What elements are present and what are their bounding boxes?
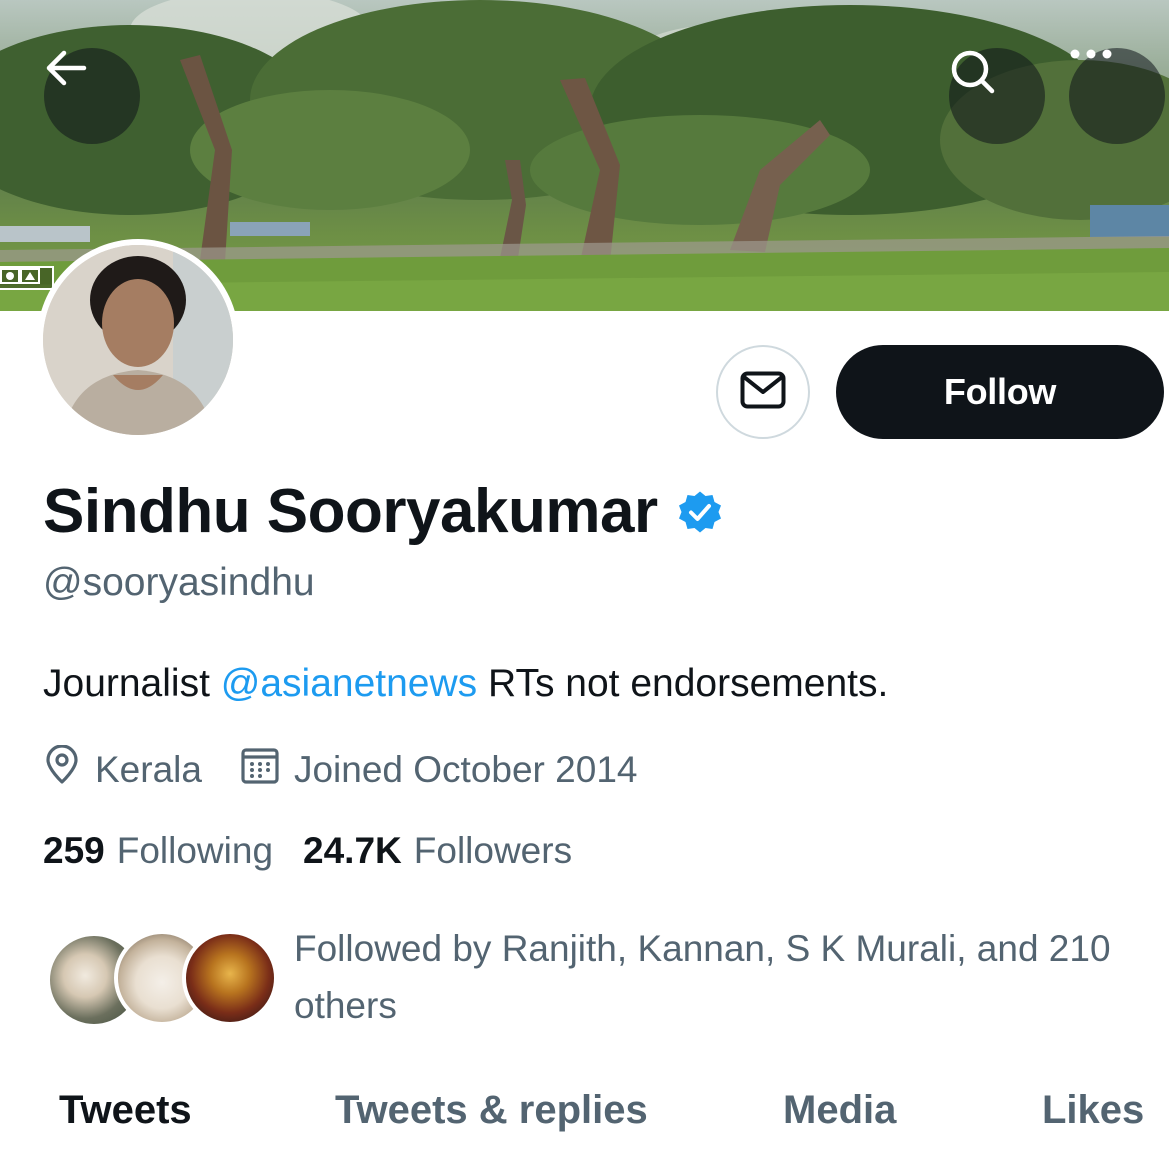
profile-avatar[interactable] <box>37 239 239 441</box>
following-count: 259 <box>43 830 105 871</box>
followers-link[interactable]: 24.7K Followers <box>303 830 572 872</box>
following-label: Following <box>116 830 274 871</box>
joined-item: Joined October 2014 <box>240 745 638 794</box>
location-pin-icon <box>43 744 95 794</box>
location-text: Kerala <box>95 748 202 790</box>
profile-tabs: Tweets Tweets & replies Media Likes <box>0 1088 1169 1148</box>
calendar-icon <box>240 745 294 794</box>
follower-avatar-3 <box>182 930 278 1026</box>
followers-label: Followers <box>413 830 573 871</box>
profile-stats: 259 Following 24.7K Followers <box>43 830 572 872</box>
more-options-button[interactable] <box>1069 48 1165 144</box>
follow-button-label: Follow <box>943 371 1057 412</box>
back-button[interactable] <box>44 48 140 144</box>
profile-handle: @sooryasindhu <box>43 561 315 604</box>
tab-media[interactable]: Media <box>783 1088 896 1133</box>
display-name: Sindhu Sooryakumar <box>43 477 658 546</box>
profile-name-row: Sindhu Sooryakumar <box>43 476 724 547</box>
tab-tweets[interactable]: Tweets <box>59 1088 192 1133</box>
tab-tweets-and-replies[interactable]: Tweets & replies <box>335 1088 648 1133</box>
profile-bio: Journalist @asianetnews RTs not endorsem… <box>43 662 888 706</box>
search-button[interactable] <box>949 48 1045 144</box>
location-item: Kerala <box>43 744 202 794</box>
message-button[interactable] <box>716 345 810 439</box>
followed-by-text[interactable]: Followed by Ranjith, Kannan, S K Murali,… <box>294 920 1156 1034</box>
mail-icon <box>740 371 786 414</box>
tab-likes[interactable]: Likes <box>1042 1088 1144 1133</box>
profile-meta: Kerala Joined October 2014 <box>43 744 638 794</box>
followers-count: 24.7K <box>303 830 402 871</box>
follow-button[interactable]: Follow <box>836 345 1164 439</box>
verified-badge-icon[interactable] <box>676 488 724 536</box>
image-shapes-badge <box>0 266 54 290</box>
following-link[interactable]: 259 Following <box>43 830 273 872</box>
joined-text: Joined October 2014 <box>293 748 638 790</box>
bio-mention-link[interactable]: @asianetnews <box>221 662 477 705</box>
bio-text-suffix: RTs not endorsements. <box>477 662 889 705</box>
avatar-image <box>43 245 233 435</box>
bio-text-prefix: Journalist <box>43 662 221 705</box>
shapes-icon <box>0 268 40 284</box>
